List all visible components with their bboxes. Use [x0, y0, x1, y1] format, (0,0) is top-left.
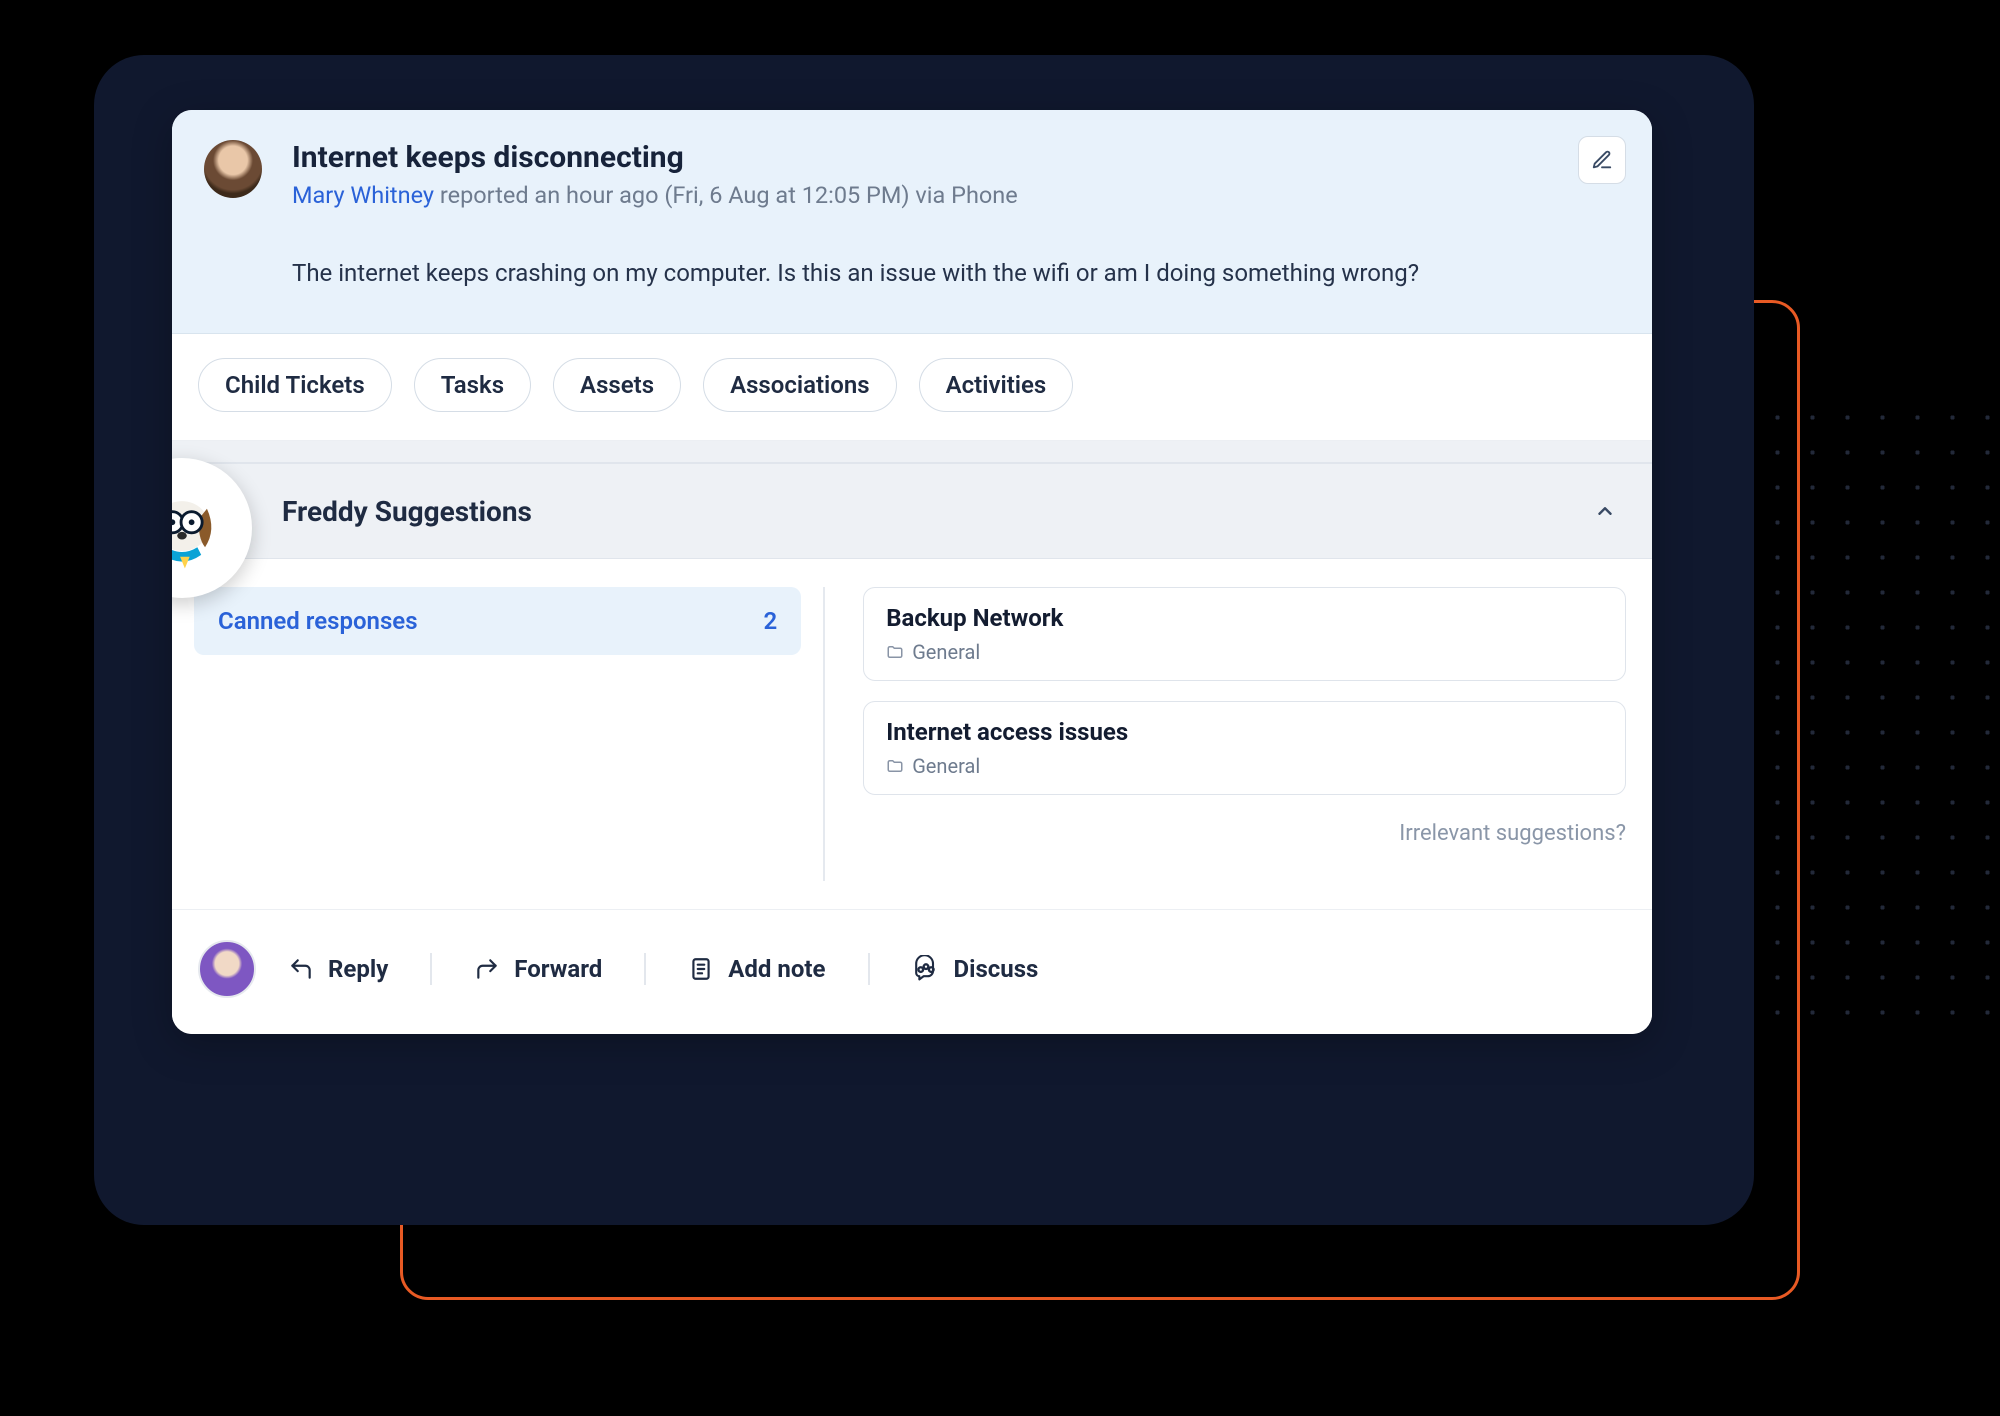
forward-icon	[474, 956, 500, 982]
folder-icon	[886, 643, 904, 661]
add-note-button[interactable]: Add note	[682, 951, 831, 987]
forward-button[interactable]: Forward	[468, 951, 608, 987]
ticket-body: The internet keeps crashing on my comput…	[292, 255, 1620, 291]
canned-responses-count: 2	[763, 607, 777, 635]
response-folder: General	[886, 754, 1603, 778]
reply-button[interactable]: Reply	[282, 951, 394, 987]
suggestions-title: Freddy Suggestions	[282, 495, 1594, 528]
tab-child-tickets[interactable]: Child Tickets	[198, 358, 392, 412]
discuss-button[interactable]: Discuss	[906, 951, 1045, 987]
suggestions-left-pane: Canned responses 2	[172, 559, 823, 909]
suggestions-body: Canned responses 2 Backup Network Genera…	[172, 559, 1652, 909]
suggestions-header[interactable]: Freddy Suggestions	[172, 463, 1652, 559]
response-card[interactable]: Backup Network General	[863, 587, 1626, 681]
response-card[interactable]: Internet access issues General	[863, 701, 1626, 795]
agent-avatar	[198, 940, 256, 998]
ticket-header: Internet keeps disconnecting Mary Whitne…	[172, 110, 1652, 334]
reply-icon	[288, 956, 314, 982]
reporter-link[interactable]: Mary Whitney	[292, 181, 434, 209]
forward-label: Forward	[514, 955, 602, 983]
reply-label: Reply	[328, 955, 388, 983]
requester-avatar	[204, 140, 262, 198]
response-title: Internet access issues	[886, 718, 1603, 746]
irrelevant-suggestions-link[interactable]: Irrelevant suggestions?	[863, 821, 1626, 846]
ticket-meta: Mary Whitney reported an hour ago (Fri, …	[292, 181, 1620, 209]
tab-tasks[interactable]: Tasks	[414, 358, 531, 412]
action-bar: Reply Forward Add note Discuss	[172, 909, 1652, 1034]
canned-responses-label: Canned responses	[218, 607, 418, 635]
action-separator	[430, 953, 432, 985]
spacer-strip	[172, 441, 1652, 463]
canned-responses-item[interactable]: Canned responses 2	[194, 587, 801, 655]
action-separator	[644, 953, 646, 985]
edit-button[interactable]	[1578, 136, 1626, 184]
pencil-icon	[1591, 149, 1613, 171]
ticket-card: Internet keeps disconnecting Mary Whitne…	[172, 110, 1652, 1034]
response-folder: General	[886, 640, 1603, 664]
reported-text: reported an hour ago (Fri, 6 Aug at 12:0…	[434, 181, 1018, 209]
discuss-icon	[912, 955, 940, 983]
discuss-label: Discuss	[954, 955, 1039, 983]
chevron-up-icon[interactable]	[1594, 500, 1616, 522]
action-separator	[868, 953, 870, 985]
add-note-label: Add note	[728, 955, 825, 983]
response-folder-label: General	[912, 754, 980, 778]
response-title: Backup Network	[886, 604, 1603, 632]
folder-icon	[886, 757, 904, 775]
tab-associations[interactable]: Associations	[703, 358, 897, 412]
tab-activities[interactable]: Activities	[919, 358, 1074, 412]
suggestions-right-pane: Backup Network General Internet access i…	[825, 559, 1652, 909]
tab-assets[interactable]: Assets	[553, 358, 681, 412]
note-icon	[688, 956, 714, 982]
ticket-title: Internet keeps disconnecting	[292, 140, 1620, 175]
response-folder-label: General	[912, 640, 980, 664]
tabs-row: Child Tickets Tasks Assets Associations …	[172, 334, 1652, 441]
